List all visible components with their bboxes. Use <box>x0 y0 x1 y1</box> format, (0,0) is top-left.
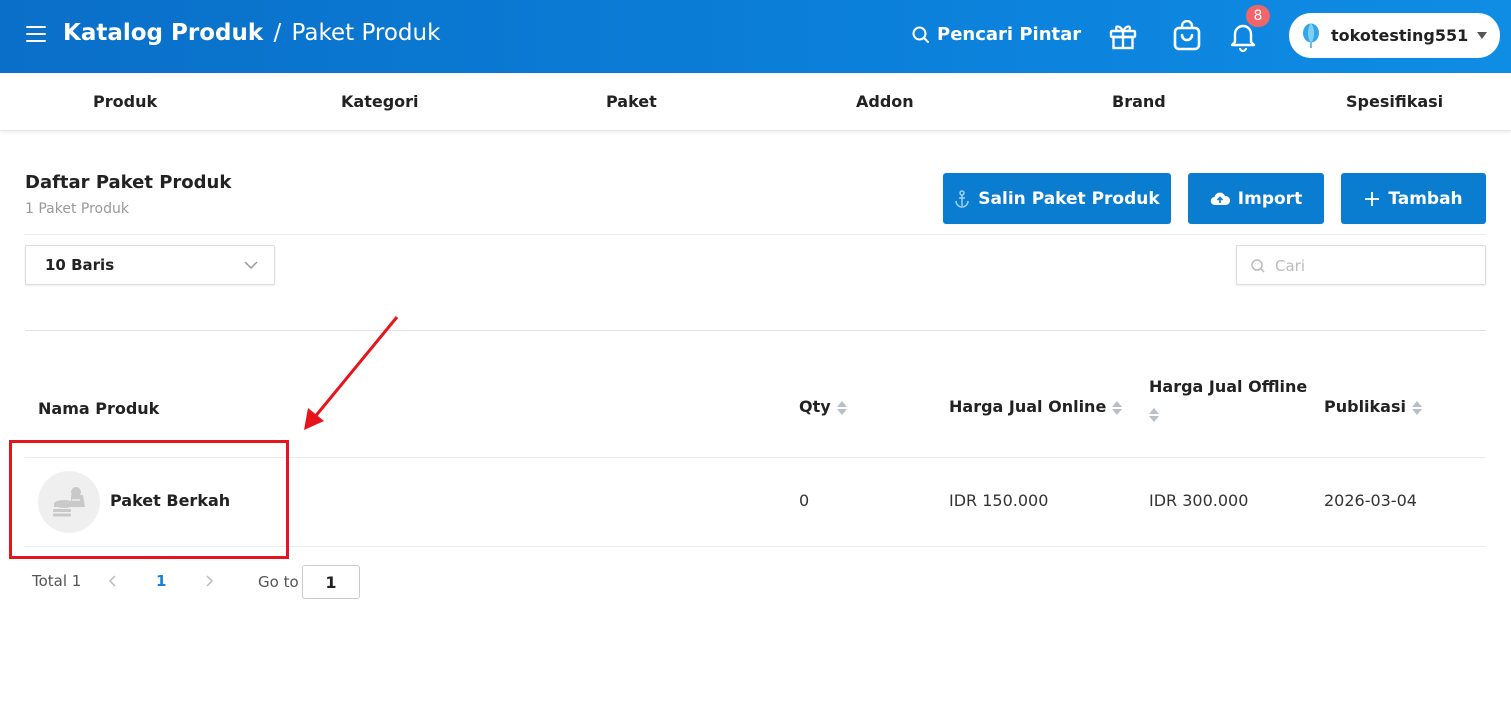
store-selector[interactable]: tokotesting551 <box>1289 13 1500 58</box>
notification-badge: 8 <box>1246 5 1270 27</box>
import-label: Import <box>1237 188 1303 209</box>
breadcrumb-current: Paket Produk <box>291 20 441 46</box>
gift-icon[interactable] <box>1107 20 1139 52</box>
column-header-online-label: Harga Jual Online <box>949 397 1107 416</box>
store-name: tokotesting551 <box>1331 26 1469 45</box>
balloon-icon <box>1303 23 1319 48</box>
search-icon <box>912 26 929 43</box>
pagination-total: Total 1 <box>32 572 82 590</box>
tab-kategori[interactable]: Kategori <box>341 92 419 111</box>
copy-package-button[interactable]: Salin Paket Produk <box>943 173 1171 224</box>
pagination-page[interactable]: 1 <box>156 572 166 590</box>
chevron-down-icon <box>244 261 258 270</box>
smart-search-label: Pencari Pintar <box>937 24 1082 45</box>
tab-brand[interactable]: Brand <box>1112 92 1166 111</box>
search-icon <box>1251 259 1265 273</box>
divider <box>25 234 1486 235</box>
top-bar: Katalog Produk / Paket Produk Pencari Pi… <box>0 0 1511 73</box>
column-header-qty-label: Qty <box>799 397 831 416</box>
import-button[interactable]: Import <box>1188 173 1324 224</box>
column-header-publish[interactable]: Publikasi <box>1324 397 1422 416</box>
cell-offline-price: IDR 300.000 <box>1149 491 1249 510</box>
pagination-goto-label: Go to <box>258 573 299 591</box>
column-header-name-label: Nama Produk <box>38 399 160 418</box>
list-count: 1 Paket Produk <box>25 201 129 217</box>
column-header-offline-label: Harga Jual Offline <box>1149 377 1308 396</box>
chevron-down-icon <box>1477 32 1487 39</box>
sort-icon[interactable] <box>1149 407 1159 423</box>
sort-icon[interactable] <box>1112 400 1123 416</box>
tab-paket[interactable]: Paket <box>606 92 657 111</box>
pagination-goto-input[interactable] <box>302 565 360 599</box>
search-input[interactable] <box>1275 254 1475 278</box>
shopping-bag-icon[interactable] <box>1171 20 1203 52</box>
rows-per-page-select[interactable]: 10 Baris <box>25 245 275 285</box>
tab-spesifikasi[interactable]: Spesifikasi <box>1346 92 1443 111</box>
sort-icon[interactable] <box>836 400 847 416</box>
column-header-qty[interactable]: Qty <box>799 397 847 416</box>
anchor-icon <box>955 189 970 208</box>
add-label: Tambah <box>1388 188 1463 209</box>
chevron-left-icon[interactable] <box>107 574 119 588</box>
column-header-offline-price[interactable]: Harga Jual Offline <box>1149 377 1307 423</box>
tab-addon[interactable]: Addon <box>856 92 914 111</box>
cloud-upload-icon <box>1210 192 1230 205</box>
cell-online-price: IDR 150.000 <box>949 491 1049 510</box>
divider <box>25 330 1486 331</box>
catalog-tabs: Produk Kategori Paket Addon Brand Spesif… <box>0 73 1511 131</box>
annotation-highlight-box <box>9 440 289 559</box>
list-title: Daftar Paket Produk <box>25 172 232 193</box>
plus-icon <box>1365 191 1380 206</box>
column-header-online-price[interactable]: Harga Jual Online <box>949 397 1123 416</box>
search-field[interactable] <box>1236 245 1486 285</box>
column-header-publish-label: Publikasi <box>1324 397 1406 416</box>
sort-icon[interactable] <box>1411 400 1422 416</box>
page-title: Katalog Produk / Paket Produk <box>63 20 440 46</box>
tab-produk[interactable]: Produk <box>93 92 157 111</box>
rows-per-page-value: 10 Baris <box>45 256 115 274</box>
breadcrumb-separator: / <box>273 20 282 46</box>
add-button[interactable]: Tambah <box>1341 173 1486 224</box>
chevron-right-icon[interactable] <box>203 574 215 588</box>
breadcrumb-root[interactable]: Katalog Produk <box>63 20 263 46</box>
menu-icon[interactable] <box>26 26 46 42</box>
copy-package-label: Salin Paket Produk <box>978 188 1160 209</box>
cell-publish-date: 2026-03-04 <box>1324 491 1417 510</box>
cell-qty: 0 <box>799 491 810 510</box>
smart-search-button[interactable]: Pencari Pintar <box>911 24 1081 45</box>
column-header-name: Nama Produk <box>38 399 159 418</box>
